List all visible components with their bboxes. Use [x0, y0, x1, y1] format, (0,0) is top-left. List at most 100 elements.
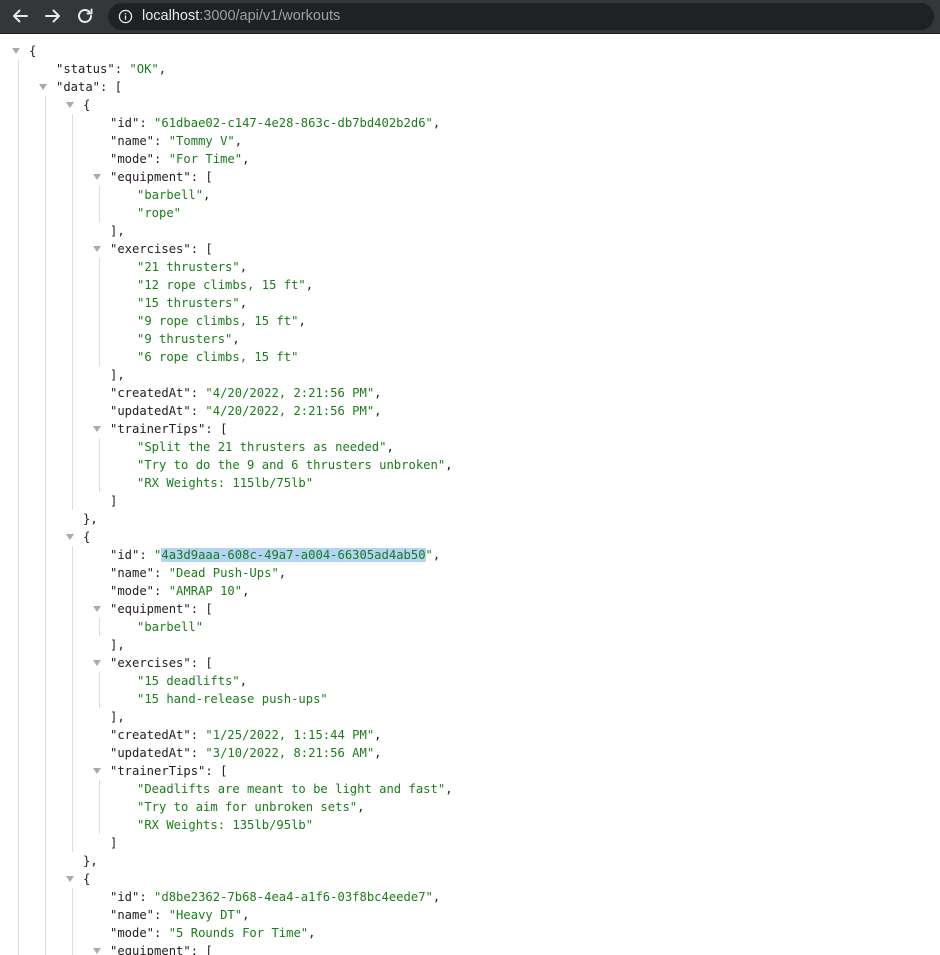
- indent-guide: [72, 546, 73, 852]
- json-punct: {: [83, 530, 91, 544]
- json-line: "trainerTips": [: [110, 420, 227, 438]
- json-line: "updatedAt": "4/20/2022, 2:21:56 PM",: [110, 402, 382, 420]
- forward-button[interactable]: [41, 4, 65, 28]
- json-punct: ,: [305, 278, 314, 292]
- json-key: "createdAt": [110, 728, 191, 742]
- json-string: "Heavy DT": [168, 908, 243, 922]
- collapse-triangle-icon[interactable]: [39, 84, 47, 90]
- collapse-triangle-icon[interactable]: [93, 246, 101, 252]
- workout-close: },: [83, 510, 98, 528]
- json-line: "data": [: [56, 78, 122, 96]
- collapse-triangle-icon[interactable]: [66, 876, 74, 882]
- json-punct: ,: [432, 548, 441, 562]
- json-punct: ,: [242, 584, 250, 598]
- json-key: "equipment": [110, 602, 191, 616]
- indent-guide: [99, 618, 100, 636]
- json-string: "9 rope climbs, 15 ft": [137, 314, 299, 328]
- collapse-triangle-icon[interactable]: [93, 174, 101, 180]
- url-host: localhost: [142, 8, 200, 24]
- indent-guide: [72, 114, 73, 510]
- browser-toolbar: localhost:3000/api/v1/workouts: [0, 0, 940, 34]
- json-string: "RX Weights: 135lb/95lb": [137, 818, 314, 832]
- url-text[interactable]: localhost:3000/api/v1/workouts: [142, 7, 340, 26]
- json-string: "Try to aim for unbroken sets": [137, 800, 358, 814]
- json-punct: ,: [432, 890, 441, 904]
- json-line: ],: [110, 708, 125, 726]
- json-punct: : [: [190, 656, 213, 670]
- json-string: "d8be2362-7b68-4ea4-a1f6-03f8bc4eede7": [154, 890, 433, 904]
- address-bar[interactable]: localhost:3000/api/v1/workouts: [108, 3, 934, 30]
- json-line: "Split the 21 thrusters as needed",: [137, 438, 394, 456]
- indent-guide: [18, 60, 19, 955]
- collapse-triangle-icon[interactable]: [66, 534, 74, 540]
- json-line: "id": "61dbae02-c147-4e28-863c-db7bd402b…: [110, 114, 440, 132]
- json-line: "Try to aim for unbroken sets",: [137, 798, 364, 816]
- json-punct: ,: [432, 116, 441, 130]
- collapse-triangle-icon[interactable]: [93, 606, 101, 612]
- json-key: "mode": [110, 152, 155, 166]
- json-line: "mode": "For Time",: [110, 150, 249, 168]
- json-string: "OK": [129, 62, 159, 76]
- json-key: "mode": [110, 584, 155, 598]
- json-punct: : [: [205, 764, 228, 778]
- json-punct: ,: [203, 188, 211, 202]
- collapse-triangle-icon[interactable]: [93, 426, 101, 432]
- indent-guide: [45, 96, 46, 955]
- indent-guide: [99, 186, 100, 222]
- json-string: "5 Rounds For Time": [168, 926, 309, 940]
- json-string: "3/10/2022, 8:21:56 AM": [205, 746, 375, 760]
- info-icon[interactable]: [118, 9, 133, 24]
- collapse-triangle-icon[interactable]: [12, 48, 20, 54]
- collapse-triangle-icon[interactable]: [93, 660, 101, 666]
- json-string: "4/20/2022, 2:21:56 PM": [205, 386, 375, 400]
- arrow-left-icon: [13, 9, 28, 23]
- json-string: "barbell": [137, 188, 204, 202]
- json-string: "9 thrusters": [137, 332, 233, 346]
- json-viewer: {"status": "OK", "data": [{"id": "61dbae0…: [0, 34, 940, 955]
- json-punct: :: [190, 728, 206, 742]
- json-line: "exercises": [: [110, 654, 213, 672]
- collapse-triangle-icon[interactable]: [66, 102, 74, 108]
- json-punct: :: [154, 926, 169, 940]
- json-line: ],: [110, 222, 125, 240]
- json-line: "9 thrusters",: [137, 330, 240, 348]
- collapse-triangle-icon[interactable]: [93, 768, 101, 774]
- json-line: "id": "d8be2362-7b68-4ea4-a1f6-03f8bc4ee…: [110, 888, 440, 906]
- json-string: "rope": [137, 206, 182, 220]
- workout-open: {: [83, 528, 90, 546]
- arrow-right-icon: [45, 9, 60, 23]
- json-string: "4/20/2022, 2:21:56 PM": [205, 404, 375, 418]
- json-punct: : [: [205, 422, 228, 436]
- json-line: "name": "Heavy DT",: [110, 906, 249, 924]
- json-line: "mode": "AMRAP 10",: [110, 582, 249, 600]
- indent-guide: [99, 780, 100, 834]
- json-punct: ,: [158, 62, 167, 76]
- json-string: "barbell": [137, 620, 204, 634]
- json-punct: : [: [190, 944, 213, 955]
- json-punct: ],: [110, 638, 125, 652]
- json-line: "6 rope climbs, 15 ft": [137, 348, 298, 366]
- json-key: "equipment": [110, 170, 191, 184]
- json-punct: ,: [374, 746, 382, 760]
- json-string: "For Time": [168, 152, 243, 166]
- back-button[interactable]: [8, 4, 32, 28]
- json-punct: ,: [232, 332, 240, 346]
- json-string: "15 deadlifts": [137, 674, 240, 688]
- json-punct: :: [154, 152, 169, 166]
- json-key: "data": [56, 80, 101, 94]
- json-string: "Split the 21 thrusters as needed": [137, 440, 387, 454]
- url-path: :3000/api/v1/workouts: [199, 8, 341, 24]
- json-line: "id": "4a3d9aaa-608c-49a7-a004-66305ad4a…: [110, 546, 440, 564]
- json-punct: :: [114, 62, 130, 76]
- json-punct: ,: [445, 782, 453, 796]
- json-punct: : [: [190, 242, 213, 256]
- json-punct: ,: [278, 566, 287, 580]
- json-string: "21 thrusters": [137, 260, 240, 274]
- json-string: "61dbae02-c147-4e28-863c-db7bd402b2d6": [154, 116, 433, 130]
- collapse-triangle-icon[interactable]: [93, 948, 101, 954]
- indent-guide: [99, 258, 100, 366]
- json-line: "updatedAt": "3/10/2022, 8:21:56 AM",: [110, 744, 382, 762]
- json-punct: : [: [190, 602, 213, 616]
- reload-button[interactable]: [73, 4, 97, 28]
- json-line: ]: [110, 492, 117, 510]
